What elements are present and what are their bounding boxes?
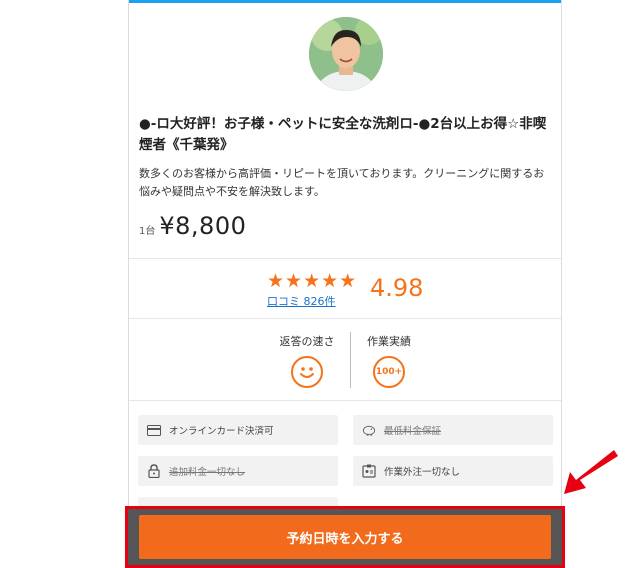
feature-card-no-outsourcing: 作業外注一切なし: [353, 456, 553, 486]
listing-description: 数多くのお客様から高評価・リピートを頂いております。クリーニングに関するお悩みや…: [139, 167, 545, 198]
rating-block: ★★★★★ 口コミ 826件: [267, 271, 357, 309]
top-accent-bar: [129, 0, 561, 3]
price-block: 1台 ¥8,800: [139, 212, 246, 240]
page: ●-ロ大好評！お子様・ペットに安全な洗剤ロ-●2台以上お得☆非喫煙者《千葉発》 …: [0, 0, 643, 568]
feature-label: 追加料金一切なし: [169, 467, 246, 478]
cta-highlight-frame: 予約日時を入力する: [125, 506, 565, 568]
work-record-metric: 作業実績 100+: [334, 333, 444, 388]
avatar: [309, 17, 383, 91]
id-card-icon: [362, 464, 376, 478]
feature-label: 作業外注一切なし: [384, 467, 461, 478]
work-count-badge-icon: 100+: [373, 356, 405, 388]
feature-label: オンラインカード決済可: [169, 426, 274, 437]
divider: [129, 400, 561, 401]
rating-score: 4.98: [370, 274, 424, 302]
star-rating-icon: ★★★★★: [267, 270, 358, 292]
work-record-label: 作業実績: [367, 335, 411, 348]
feature-card-min-price: 最低料金保証: [353, 415, 553, 445]
pointer-arrow-icon: [564, 450, 618, 494]
feature-label: 最低料金保証: [384, 426, 442, 437]
price-unit: 1台: [139, 226, 156, 237]
listing-card: ●-ロ大好評！お子様・ペットに安全な洗剤ロ-●2台以上お得☆非喫煙者《千葉発》 …: [128, 0, 562, 568]
feature-card-payment: オンラインカード決済可: [138, 415, 338, 445]
divider: [129, 318, 561, 319]
divider: [129, 258, 561, 259]
feature-card-no-extra-fee: 追加料金一切なし: [138, 456, 338, 486]
piggy-bank-icon: [362, 423, 376, 437]
enter-reservation-datetime-button[interactable]: 予約日時を入力する: [139, 515, 551, 559]
credit-card-icon: [147, 423, 161, 437]
smiley-icon: [291, 356, 323, 388]
listing-title: ●-ロ大好評！お子様・ペットに安全な洗剤ロ-●2台以上お得☆非喫煙者《千葉発》: [139, 116, 547, 153]
review-count-link[interactable]: 口コミ 826件: [267, 293, 357, 309]
price-value: ¥8,800: [159, 212, 247, 240]
lock-icon: [147, 464, 161, 478]
